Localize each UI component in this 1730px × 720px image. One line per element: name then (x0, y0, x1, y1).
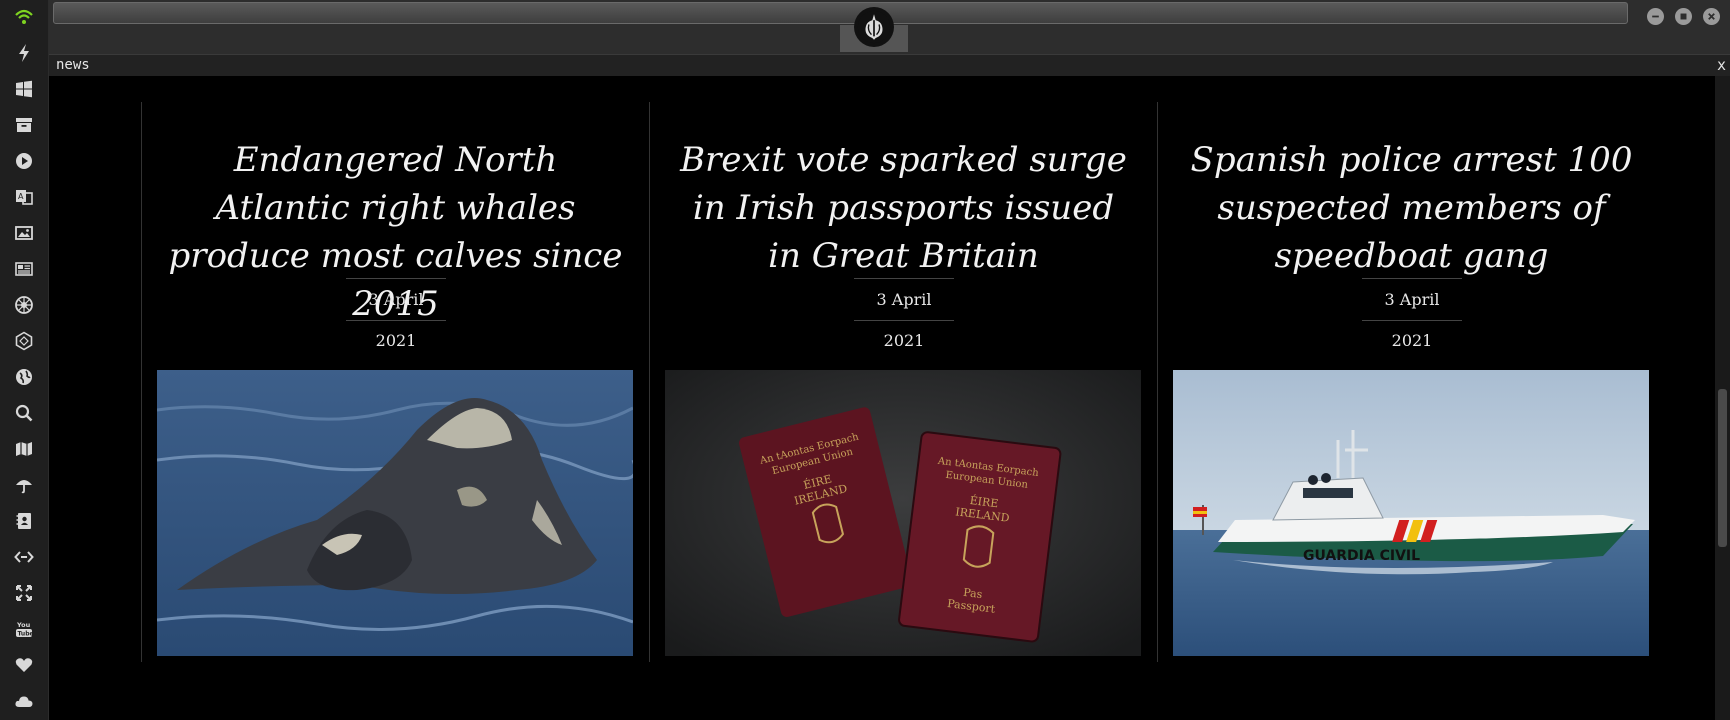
article-date: 3 April 2021 (346, 278, 446, 350)
news-article[interactable]: Brexit vote sparked surge in Irish passp… (649, 102, 1157, 662)
globe-icon[interactable] (9, 362, 39, 392)
newspaper-icon[interactable] (9, 254, 39, 284)
panel-title: news (56, 57, 90, 73)
vertical-scrollbar[interactable] (1715, 76, 1730, 720)
map-icon[interactable] (9, 434, 39, 464)
archive-icon[interactable] (9, 110, 39, 140)
windows-icon[interactable] (9, 74, 39, 104)
irish-passports-photo[interactable]: An tAontas Eorpach European Union ÉIRE I… (665, 370, 1141, 656)
news-content: Endangered North Atlantic right whales p… (49, 76, 1715, 720)
code-link-icon[interactable] (9, 542, 39, 572)
svg-text:A: A (18, 192, 24, 201)
lightning-icon[interactable] (9, 38, 39, 68)
scrollbar-thumb[interactable] (1718, 389, 1727, 547)
article-headline[interactable]: Brexit vote sparked surge in Irish passp… (650, 136, 1157, 280)
umbrella-icon[interactable] (9, 470, 39, 500)
close-window-button[interactable] (1703, 8, 1720, 25)
svg-text:You: You (16, 621, 31, 629)
expand-icon[interactable] (9, 578, 39, 608)
rebel-alliance-icon[interactable] (854, 7, 894, 47)
top-bar (49, 0, 1730, 54)
search-icon[interactable] (9, 398, 39, 428)
minimize-button[interactable] (1647, 8, 1664, 25)
address-bar[interactable] (53, 2, 1628, 24)
wifi-icon[interactable] (9, 2, 39, 32)
play-icon[interactable] (9, 146, 39, 176)
heart-icon[interactable] (9, 650, 39, 680)
svg-text:Tube: Tube (18, 631, 34, 638)
app-launcher: A You Tube (0, 0, 49, 720)
contact-book-icon[interactable] (9, 506, 39, 536)
image-icon[interactable] (9, 218, 39, 248)
translate-icon[interactable]: A (9, 182, 39, 212)
article-date: 3 April 2021 (854, 278, 954, 350)
panel-header: news x (49, 54, 1730, 76)
boat-hull-text: GUARDIA CIVIL (1303, 548, 1420, 564)
article-headline[interactable]: Spanish police arrest 100 suspected memb… (1158, 136, 1665, 280)
cloud-icon[interactable] (9, 686, 39, 716)
article-date: 3 April 2021 (1362, 278, 1462, 350)
empire-icon[interactable] (9, 290, 39, 320)
news-article[interactable]: Spanish police arrest 100 suspected memb… (1157, 102, 1665, 662)
guardia-civil-boat-photo[interactable]: GUARDIA CIVIL (1173, 370, 1649, 656)
news-article[interactable]: Endangered North Atlantic right whales p… (141, 102, 649, 662)
youtube-icon[interactable]: You Tube (9, 614, 39, 644)
maximize-button[interactable] (1675, 8, 1692, 25)
hexagon-icon[interactable] (9, 326, 39, 356)
panel-close-button[interactable]: x (1717, 56, 1726, 74)
whales-photo[interactable] (157, 370, 633, 656)
